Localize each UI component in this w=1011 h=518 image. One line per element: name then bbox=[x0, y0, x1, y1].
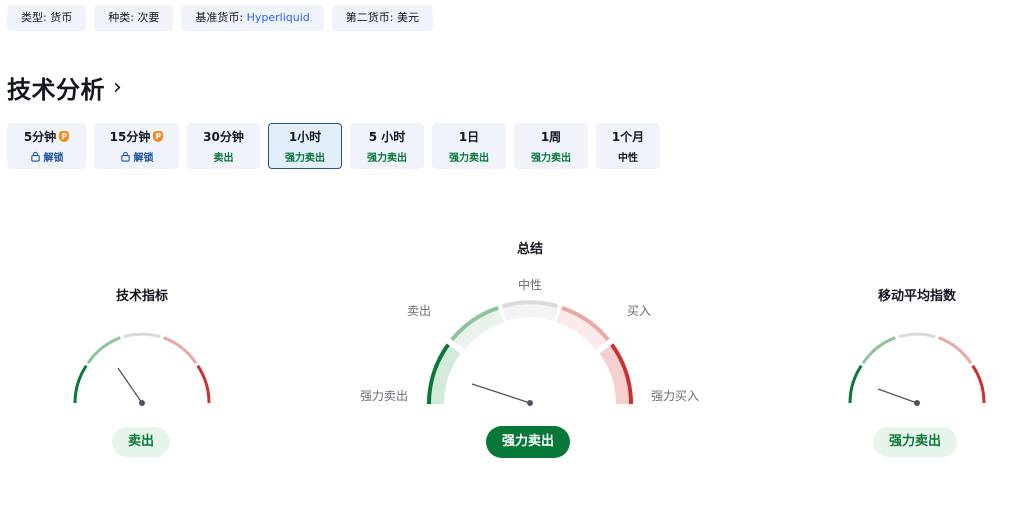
summary-label-strong-buy: 强力买入 bbox=[651, 389, 700, 403]
oscillators-arcs bbox=[73, 332, 211, 404]
tab-label: 5分钟 bbox=[23, 130, 57, 144]
tab-5h[interactable]: 5 小时 强力卖出 bbox=[350, 123, 424, 169]
tab-signal: 强力卖出 bbox=[531, 153, 571, 164]
tag-base-link[interactable]: Hyperliquid bbox=[247, 11, 310, 24]
tab-1h[interactable]: 1小时 强力卖出 bbox=[268, 123, 342, 169]
tag-quote-prefix: 第二货币: bbox=[345, 11, 397, 24]
lock-icon bbox=[120, 151, 130, 162]
tab-signal: 解锁 bbox=[133, 153, 154, 164]
oscillators-result-badge: 卖出 bbox=[112, 427, 171, 457]
oscillators-title: 技术指标 bbox=[115, 289, 168, 304]
section-title: 技术分析 bbox=[7, 76, 105, 104]
tag-category-value: 次要 bbox=[137, 11, 160, 24]
tag-type: 类型: 货币 bbox=[7, 5, 87, 31]
tag-quote-currency: 第二货币: 美元 bbox=[331, 5, 433, 31]
oscillators-needle bbox=[117, 367, 143, 404]
tab-label: 1小时 bbox=[288, 130, 322, 144]
tab-1w[interactable]: 1周 强力卖出 bbox=[514, 123, 588, 169]
tab-30m[interactable]: 30分钟 卖出 bbox=[187, 123, 260, 169]
tab-signal: 解锁 bbox=[43, 153, 64, 164]
tag-base-prefix: 基准货币: bbox=[195, 11, 247, 24]
instrument-tags: 类型: 货币 种类: 次要 基准货币: Hyperliquid 第二货币: 美元 bbox=[7, 5, 433, 31]
tag-category: 种类: 次要 bbox=[94, 5, 174, 31]
tab-1mo[interactable]: 1个月 中性 bbox=[596, 123, 660, 169]
chevron-right-icon: › bbox=[113, 75, 123, 100]
summary-label-neutral: 中性 bbox=[518, 278, 543, 292]
tab-label: 1周 bbox=[540, 130, 562, 144]
tab-signal: 中性 bbox=[618, 153, 638, 164]
lock-icon bbox=[30, 151, 40, 162]
pro-badge-icon: P bbox=[153, 131, 164, 142]
moving-averages-arcs bbox=[848, 332, 986, 404]
summary-needle bbox=[471, 383, 531, 404]
tab-1d[interactable]: 1日 强力卖出 bbox=[432, 123, 506, 169]
tab-5m[interactable]: 5分钟 P 解锁 bbox=[7, 123, 86, 169]
tab-signal: 强力卖出 bbox=[449, 153, 489, 164]
moving-averages-needle-pivot bbox=[914, 400, 920, 406]
tab-label: 1日 bbox=[458, 130, 480, 144]
tab-label: 1个月 bbox=[611, 130, 645, 144]
tag-base-currency[interactable]: 基准货币: Hyperliquid bbox=[181, 5, 324, 31]
tab-15m[interactable]: 15分钟 P 解锁 bbox=[94, 123, 179, 169]
summary-gauge bbox=[426, 300, 634, 406]
tag-quote-value: 美元 bbox=[396, 11, 419, 24]
summary-needle-pivot bbox=[527, 400, 533, 406]
summary-result-badge: 强力卖出 bbox=[486, 426, 571, 458]
tab-label: 15分钟 bbox=[109, 130, 151, 144]
moving-averages-needle bbox=[877, 388, 918, 404]
tag-category-prefix: 种类: bbox=[108, 11, 138, 24]
tab-label: 5 小时 bbox=[368, 130, 406, 144]
tag-type-value: 货币 bbox=[50, 11, 73, 24]
moving-averages-result-badge: 强力卖出 bbox=[873, 427, 958, 457]
tag-type-prefix: 类型: bbox=[21, 11, 51, 24]
summary-title: 总结 bbox=[516, 242, 543, 257]
pro-badge-icon: P bbox=[59, 131, 70, 142]
tab-signal: 强力卖出 bbox=[367, 153, 407, 164]
period-tabs: 5分钟 P 解锁 15分钟 P 解锁 30分钟 卖出 1小时 强力卖出 5 小时 强… bbox=[7, 123, 660, 169]
moving-averages-title: 移动平均指数 bbox=[877, 289, 956, 304]
moving-averages-gauge bbox=[848, 332, 986, 406]
section-title-link[interactable]: 技术分析 › bbox=[7, 70, 122, 105]
oscillators-gauge bbox=[73, 332, 211, 406]
tab-label: 30分钟 bbox=[203, 130, 244, 144]
summary-label-strong-sell: 强力卖出 bbox=[360, 389, 409, 403]
summary-arc-fills bbox=[428, 302, 632, 404]
tab-signal: 卖出 bbox=[213, 153, 234, 164]
tab-signal: 强力卖出 bbox=[285, 153, 325, 164]
oscillators-needle-pivot bbox=[139, 400, 145, 406]
